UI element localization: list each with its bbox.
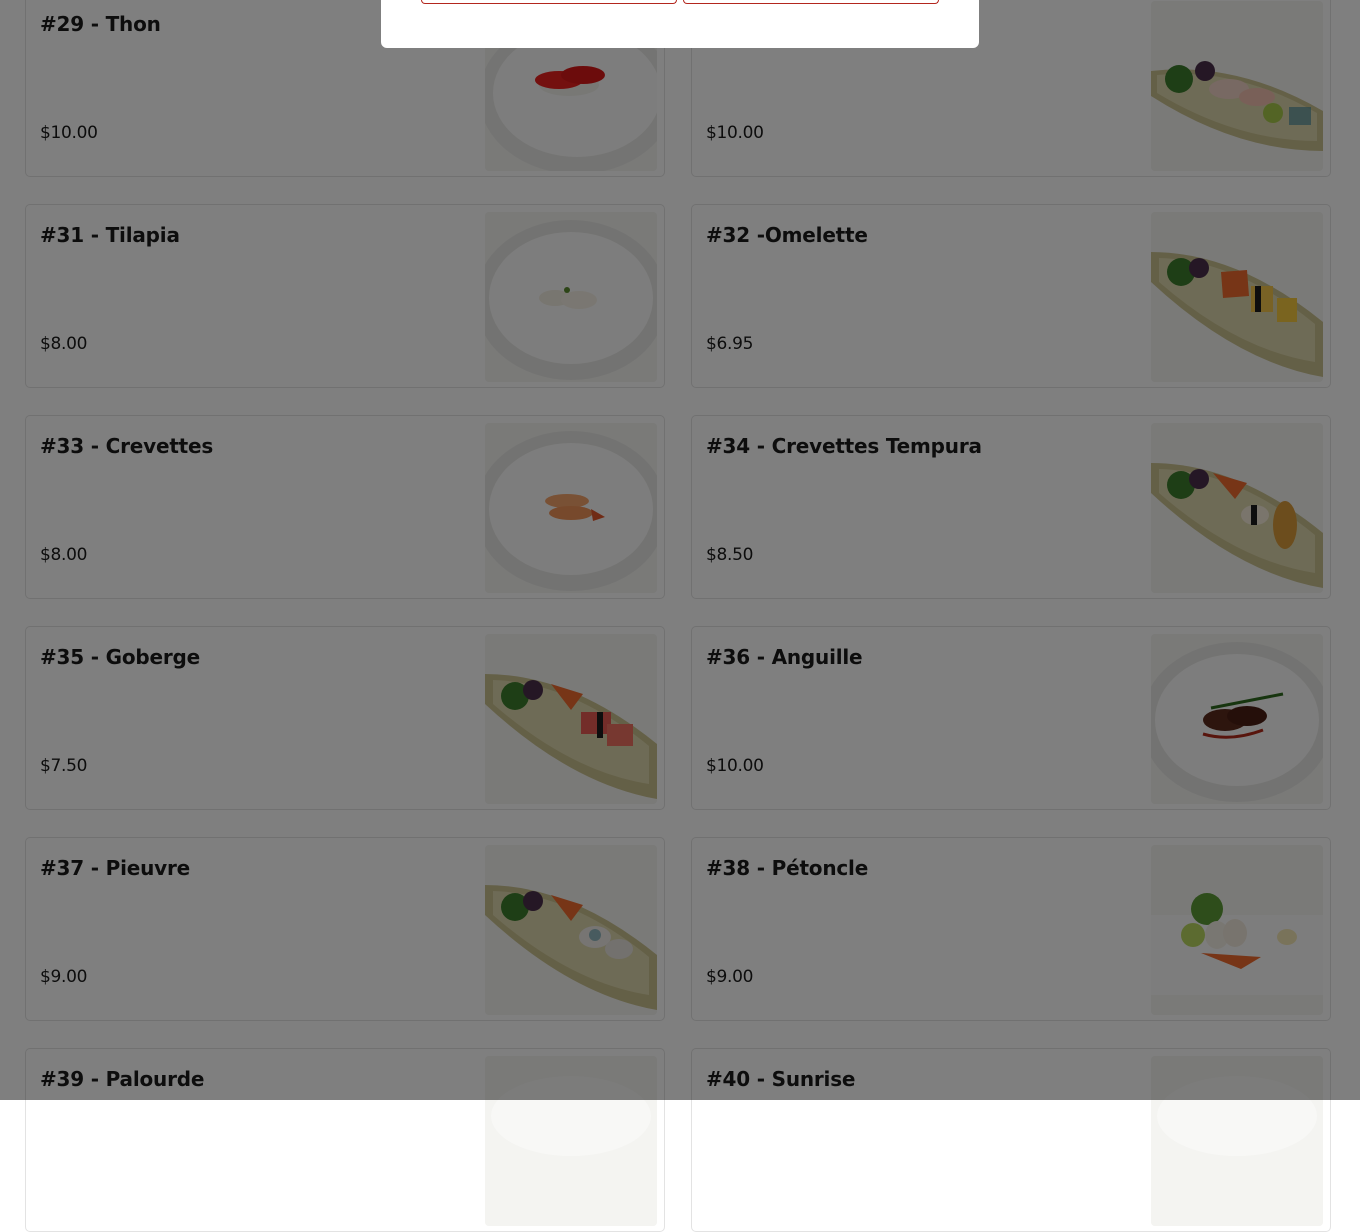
modal-primary-button[interactable]: [683, 0, 939, 4]
modal-dialog: [381, 0, 979, 48]
modal-backdrop[interactable]: [0, 0, 1360, 1100]
modal-secondary-button[interactable]: [421, 0, 677, 4]
